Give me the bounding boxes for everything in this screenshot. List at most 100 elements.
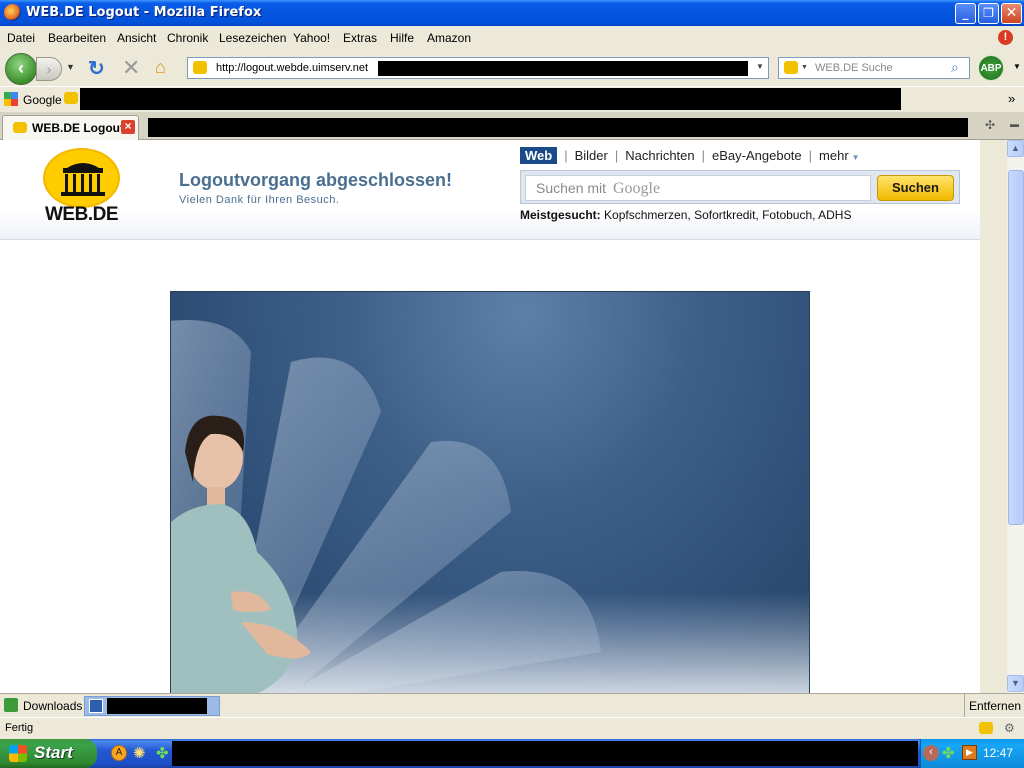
tab-favicon-icon	[13, 122, 27, 133]
system-tray: ‹ ✤ ▶ 12:47	[920, 739, 1024, 768]
restore-button[interactable]: ❐	[978, 3, 999, 24]
tab-label: WEB.DE Logout	[32, 121, 124, 135]
bookmarks-toolbar: Google »	[0, 86, 1024, 112]
windows-logo-icon	[9, 745, 27, 762]
menu-amazon[interactable]: Amazon	[427, 31, 471, 45]
start-label: Start	[34, 743, 73, 762]
bookmarks-overflow-icon[interactable]: »	[1008, 91, 1015, 106]
download-item[interactable]	[84, 696, 220, 716]
tab-bar: WEB.DE Logout × ✣ ▬	[0, 112, 1024, 140]
quicklaunch-a-icon[interactable]: A	[111, 745, 127, 761]
minimize-button[interactable]: _	[955, 3, 976, 24]
abp-dropdown-icon[interactable]: ▼	[1013, 62, 1021, 71]
webde-search-input[interactable]: Suchen mit Google	[525, 175, 871, 201]
forward-arrow-icon[interactable]: ›	[36, 57, 62, 81]
search-button[interactable]: Suchen	[877, 175, 954, 201]
downloads-label[interactable]: Downloads	[23, 699, 82, 713]
page-viewport: WEB.DE Logoutvorgang abgeschlossen! Viel…	[0, 140, 980, 693]
scroll-thumb[interactable]	[1008, 170, 1024, 525]
tray-collapse-icon[interactable]: ‹	[923, 745, 939, 761]
menu-lesezeichen[interactable]: Lesezeichen	[219, 31, 286, 45]
search-input[interactable]: WEB.DE Suche	[815, 62, 893, 74]
adblock-icon[interactable]: ABP	[978, 55, 1004, 81]
url-dropdown-icon[interactable]: ▼	[756, 62, 764, 71]
close-button[interactable]: ✕	[1001, 3, 1022, 24]
pregnant-woman-illustration	[171, 320, 809, 693]
webde-header: WEB.DE Logoutvorgang abgeschlossen! Viel…	[0, 140, 980, 240]
downloads-bar: Downloads Entfernen	[0, 693, 1024, 718]
menu-bar: Datei Bearbeiten Ansicht Chronik Lesezei…	[0, 26, 1024, 50]
stop-icon[interactable]: ✕	[122, 55, 140, 81]
history-dropdown-icon[interactable]: ▼	[66, 62, 75, 72]
windows-taskbar: Start A ✺ ✤ ‹ ✤ ▶ 12:47	[0, 739, 1024, 768]
mehr-chevron-down-icon[interactable]: ▼	[852, 153, 860, 162]
tab-list-icon[interactable]: ✣	[985, 118, 995, 132]
magnifier-icon[interactable]: ⌕	[951, 59, 959, 76]
tab-web[interactable]: Web	[520, 147, 558, 164]
site-favicon-icon	[193, 61, 207, 74]
tab-bilder[interactable]: Bilder	[575, 148, 608, 163]
divider: |	[701, 148, 706, 163]
menu-bearbeiten[interactable]: Bearbeiten	[48, 31, 106, 45]
url-text[interactable]: http://logout.webde.uimserv.net	[216, 62, 368, 74]
window-title-bar[interactable]: WEB.DE Logout - Mozilla Firefox _ ❐ ✕	[0, 0, 1024, 26]
taskbar-redacted	[172, 741, 918, 766]
tab-ebay-angebote[interactable]: eBay-Angebote	[712, 148, 802, 163]
scroll-up-icon[interactable]: ▲	[1007, 140, 1024, 157]
trending-searches: Meistgesucht: Kopfschmerzen, Sofortkredi…	[520, 208, 851, 222]
webde-status-icon[interactable]	[979, 722, 993, 734]
brandenburg-gate-icon	[61, 163, 105, 196]
search-engine-icon[interactable]	[784, 61, 798, 74]
vertical-scrollbar[interactable]: ▲ ▼	[1006, 140, 1024, 693]
trending-terms[interactable]: Kopfschmerzen, Sofortkredit, Fotobuch, A…	[604, 208, 851, 222]
quicklaunch-sun-icon[interactable]: ✺	[133, 744, 146, 762]
downloads-icon[interactable]	[4, 698, 18, 712]
extension-status-icon[interactable]: ⚙	[1004, 721, 1015, 735]
google-favicon-icon	[4, 92, 18, 106]
menu-yahoo[interactable]: Yahoo!	[293, 31, 330, 45]
webde-search-form: Suchen mit Google Suchen	[520, 170, 960, 204]
menu-hilfe[interactable]: Hilfe	[390, 31, 414, 45]
back-arrow-icon[interactable]: ‹	[5, 53, 37, 85]
url-redacted	[378, 61, 748, 76]
word-document-icon	[89, 699, 103, 713]
remove-downloads-button[interactable]: Entfernen	[969, 699, 1021, 713]
start-button[interactable]: Start	[0, 739, 97, 768]
webde-logo-icon[interactable]	[43, 148, 120, 208]
reload-icon[interactable]: ↻	[88, 56, 105, 81]
menu-ansicht[interactable]: Ansicht	[117, 31, 156, 45]
tray-clover-icon[interactable]: ✤	[942, 744, 955, 762]
navigation-toolbar: ‹ › ▼ ↻ ✕ ⌂ http://logout.webde.uimserv.…	[0, 50, 1024, 86]
clock[interactable]: 12:47	[983, 746, 1013, 760]
url-bar[interactable]: http://logout.webde.uimserv.net ▼	[187, 57, 769, 79]
advertisement-image[interactable]	[170, 291, 810, 693]
window-title: WEB.DE Logout - Mozilla Firefox	[26, 5, 262, 20]
quicklaunch-clover-icon[interactable]: ✤	[156, 744, 169, 762]
bookmarks-redacted	[80, 88, 901, 110]
page-title: Logoutvorgang abgeschlossen!	[179, 170, 453, 190]
tab-mehr[interactable]: mehr	[819, 148, 849, 163]
webde-bookmark-icon[interactable]	[64, 92, 78, 104]
search-box[interactable]: ▼ WEB.DE Suche ⌕	[778, 57, 970, 79]
home-icon[interactable]: ⌂	[155, 57, 166, 78]
tabs-redacted	[148, 118, 968, 137]
tab-close-icon[interactable]: ×	[121, 120, 135, 134]
trending-label: Meistgesucht:	[520, 208, 601, 222]
webde-logo-text[interactable]: WEB.DE	[45, 204, 119, 226]
divider	[964, 694, 965, 718]
scroll-down-icon[interactable]: ▼	[1007, 675, 1024, 692]
tray-media-icon[interactable]: ▶	[962, 745, 977, 760]
menu-datei[interactable]: Datei	[7, 31, 35, 45]
tab-webde-logout[interactable]: WEB.DE Logout ×	[2, 115, 139, 140]
engine-dropdown-icon[interactable]: ▼	[801, 64, 808, 71]
bookmark-google[interactable]: Google	[23, 93, 62, 107]
alert-icon[interactable]: !	[998, 30, 1013, 45]
firefox-icon	[4, 4, 21, 21]
search-placeholder: Suchen mit	[536, 180, 607, 196]
google-brand: Google	[612, 180, 661, 197]
menu-chronik[interactable]: Chronik	[167, 31, 208, 45]
tab-nachrichten[interactable]: Nachrichten	[625, 148, 694, 163]
menu-extras[interactable]: Extras	[343, 31, 377, 45]
status-text: Fertig	[5, 722, 34, 734]
tab-menu-icon[interactable]: ▬	[1010, 119, 1019, 129]
